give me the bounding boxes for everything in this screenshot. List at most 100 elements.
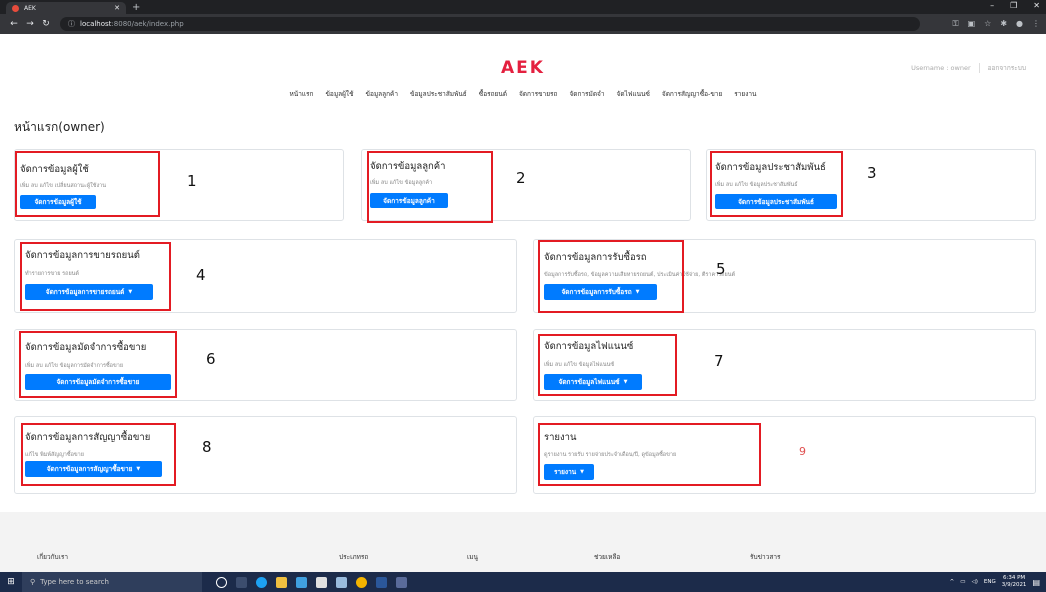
site-footer [0, 512, 1046, 572]
menu-dots-icon[interactable]: ⋮ [1032, 19, 1040, 29]
word-icon[interactable] [376, 576, 387, 588]
tab-title: AEK [24, 4, 36, 12]
minimize-icon[interactable]: – [990, 1, 994, 10]
taskbar-apps [216, 576, 407, 588]
extension-icon[interactable]: ▣ [968, 19, 976, 29]
brand-logo[interactable]: AEK [0, 58, 1046, 78]
manage-contract-dropdown[interactable]: จัดการข้อมูลการสัญญาซื้อขาย ▼ [25, 461, 162, 477]
task-view-icon[interactable] [236, 576, 247, 588]
logout-link[interactable]: ออกจากระบบ [988, 63, 1026, 73]
back-icon[interactable]: ← [6, 19, 22, 29]
annotation-number: 1 [187, 172, 197, 190]
address-bar[interactable]: ⓘ localhost:8080/aek/index.php [60, 17, 920, 31]
footer-car-types[interactable]: ประเภทรถ [339, 552, 368, 562]
card-desc: ดูรายงาน รายรับ รายจ่ายประจำเดือน/ปี, ดู… [544, 452, 677, 458]
main-nav: หน้าแรก ข้อมูลผู้ใช้ ข้อมูลลูกค้า ข้อมูล… [0, 89, 1046, 99]
footer-about[interactable]: เกี่ยวกับเรา [37, 552, 68, 562]
caret-down-icon: ▼ [580, 469, 585, 475]
search-icon: ⚲ [30, 578, 36, 586]
card-title: จัดการข้อมูลลูกค้า [370, 161, 446, 172]
language-indicator[interactable]: ENG [984, 579, 996, 585]
close-tab-icon[interactable]: ✕ [114, 4, 120, 12]
app-icon[interactable] [396, 576, 407, 588]
button-label: รายงาน [553, 468, 577, 476]
manage-pr-button[interactable]: จัดการข้อมูลประชาสัมพันธ์ [715, 194, 837, 209]
card-desc: เพิ่ม ลบ แก้ไข ข้อมูลการมัดจำการซื้อขาย [25, 363, 124, 369]
clock-date: 3/9/2021 [1001, 582, 1027, 588]
manage-car-buying-dropdown[interactable]: จัดการข้อมูลการรับซื้อรถ ▼ [544, 284, 657, 300]
username-label: Username : owner [911, 64, 971, 72]
footer-newsletter[interactable]: รับข่าวสาร [750, 552, 780, 562]
cortana-icon[interactable] [216, 576, 227, 588]
manage-car-sales-dropdown[interactable]: จัดการข้อมูลการขายรถยนต์ ▼ [25, 284, 153, 300]
forward-icon[interactable]: → [22, 19, 38, 29]
mail-icon[interactable] [296, 576, 307, 588]
app-icon[interactable] [316, 576, 327, 588]
clock-time: 6:34 PM [1003, 575, 1026, 581]
report-dropdown[interactable]: รายงาน ▼ [544, 464, 594, 480]
footer-menu[interactable]: เมนู [467, 552, 478, 562]
info-icon[interactable]: ⓘ [68, 19, 75, 29]
nav-deposit[interactable]: จัดการมัดจำ [569, 89, 604, 99]
card-title: จัดการข้อมูลการรับซื้อรถ [544, 252, 647, 263]
chrome-icon[interactable] [356, 576, 367, 588]
close-window-icon[interactable]: ✕ [1033, 1, 1040, 10]
edge-icon[interactable] [256, 576, 267, 588]
button-label: จัดการข้อมูลประชาสัมพันธ์ [738, 197, 814, 206]
star-icon[interactable]: ☆ [984, 19, 991, 29]
profile-icon[interactable]: ● [1016, 19, 1023, 29]
key-icon[interactable]: ⚿ [952, 19, 958, 29]
button-label: จัดการข้อมูลไฟแนนซ์ [558, 378, 620, 386]
annotation-number: 7 [714, 352, 724, 370]
nav-pr[interactable]: ข้อมูลประชาสัมพันธ์ [410, 89, 467, 99]
button-label: จัดการข้อมูลการสัญญาซื้อขาย [46, 465, 133, 473]
volume-icon[interactable]: ◁) [971, 579, 977, 585]
nav-contract[interactable]: จัดการสัญญาซื้อ-ขาย [662, 89, 722, 99]
chevron-up-icon[interactable]: ^ [950, 579, 955, 585]
button-label: จัดการข้อมูลลูกค้า [383, 196, 435, 205]
caret-down-icon: ▼ [128, 289, 133, 295]
manage-customers-button[interactable]: จัดการข้อมูลลูกค้า [370, 193, 448, 208]
annotation-number: 3 [867, 164, 877, 182]
nav-sell-car[interactable]: จัดการขายรถ [519, 89, 557, 99]
annotation-number: 5 [716, 260, 726, 278]
system-tray: ^ ▭ ◁) ENG 6:34 PM 3/9/2021 ▤ [950, 575, 1046, 589]
nav-users[interactable]: ข้อมูลผู้ใช้ [325, 89, 353, 99]
puzzle-icon[interactable]: ✱ [1000, 19, 1007, 29]
notification-icon[interactable]: ▤ [1032, 578, 1040, 587]
browser-tab[interactable]: AEK ✕ [6, 2, 126, 14]
windows-start-icon[interactable]: ⊞ [0, 572, 22, 592]
annotation-number: 4 [196, 266, 206, 284]
nav-report[interactable]: รายงาน [734, 89, 756, 99]
button-label: จัดการข้อมูลมัดจำการซื้อขาย [56, 378, 140, 386]
button-label: จัดการข้อมูลการขายรถยนต์ [45, 288, 125, 296]
card-contract [14, 416, 517, 494]
manage-users-button[interactable]: จัดการข้อมูลผู้ใช้ [20, 195, 96, 209]
nav-buy-car[interactable]: ซื้อรถยนต์ [479, 89, 507, 99]
manage-deposit-button[interactable]: จัดการข้อมูลมัดจำการซื้อขาย [25, 374, 171, 390]
url-host: localhost [80, 20, 112, 28]
annotation-number: 8 [202, 438, 212, 456]
annotation-number: 6 [206, 350, 216, 368]
window-controls: – ❐ ✕ [990, 1, 1040, 10]
reload-icon[interactable]: ↻ [38, 19, 54, 29]
taskbar-search[interactable]: ⚲ Type here to search [22, 572, 202, 592]
footer-help[interactable]: ช่วยเหลือ [594, 552, 620, 562]
maximize-icon[interactable]: ❐ [1010, 1, 1017, 10]
app-icon[interactable] [336, 576, 347, 588]
manage-finance-dropdown[interactable]: จัดการข้อมูลไฟแนนซ์ ▼ [544, 374, 642, 390]
card-title: จัดการข้อมูลผู้ใช้ [20, 164, 89, 175]
page-title: หน้าแรก(owner) [14, 120, 105, 134]
nav-customers[interactable]: ข้อมูลลูกค้า [366, 89, 399, 99]
caret-down-icon: ▼ [635, 289, 640, 295]
card-title: จัดการข้อมูลไฟแนนซ์ [544, 341, 634, 352]
clock[interactable]: 6:34 PM 3/9/2021 [1002, 575, 1027, 589]
caret-down-icon: ▼ [136, 466, 141, 472]
file-explorer-icon[interactable] [276, 576, 287, 588]
new-tab-icon[interactable]: + [132, 2, 140, 14]
nav-finance[interactable]: จัดไฟแนนซ์ [617, 89, 650, 99]
caret-down-icon: ▼ [623, 379, 628, 385]
nav-home[interactable]: หน้าแรก [289, 89, 313, 99]
card-title: จัดการข้อมูลการสัญญาซื้อขาย [25, 432, 151, 443]
network-icon[interactable]: ▭ [960, 579, 965, 585]
